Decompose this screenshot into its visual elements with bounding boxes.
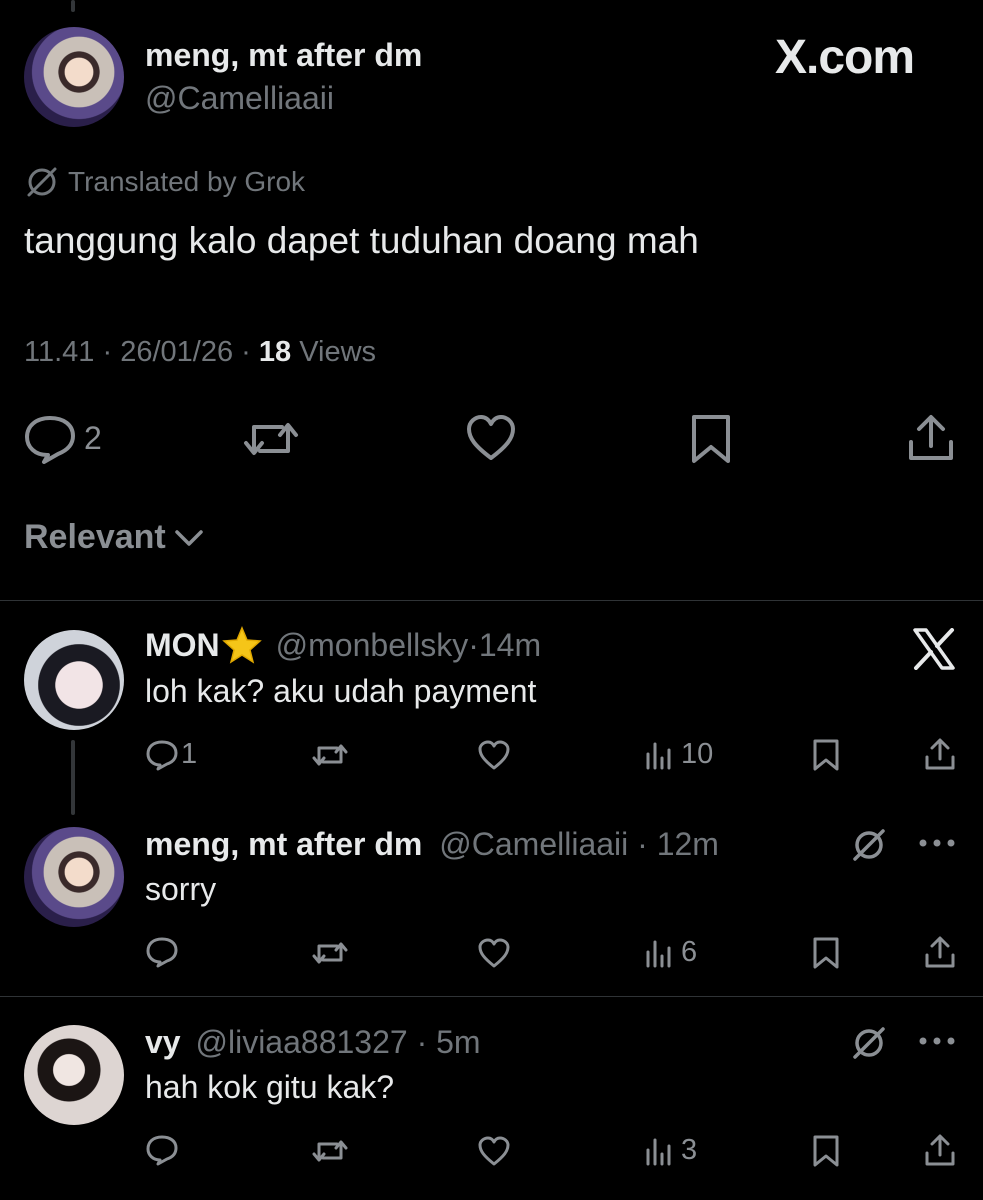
avatar[interactable] [24, 1025, 124, 1125]
translate-button[interactable] [850, 826, 888, 864]
chevron-down-icon [174, 528, 204, 548]
share-button[interactable] [924, 935, 956, 969]
share-button[interactable] [924, 1133, 956, 1167]
reply-handle[interactable]: @liviaa881327 [195, 1024, 407, 1060]
reply-icon [145, 936, 179, 968]
views-icon [645, 740, 673, 770]
repost-icon [311, 938, 349, 968]
views-icon [645, 938, 673, 968]
reply-icon [22, 412, 78, 464]
reply-count: 2 [84, 419, 102, 456]
like-button[interactable] [465, 414, 517, 462]
like-button[interactable] [477, 740, 511, 770]
repost-button[interactable] [242, 415, 300, 463]
bookmark-icon [812, 738, 840, 772]
translate-icon [850, 1024, 888, 1062]
reply-author-name[interactable]: MON [145, 627, 220, 664]
thread-line-top [71, 0, 75, 12]
share-icon [924, 737, 956, 771]
avatar[interactable] [24, 630, 124, 730]
post-date[interactable]: 26/01/26 [120, 336, 233, 368]
reply-count: 1 [181, 738, 198, 770]
avatar[interactable] [24, 27, 124, 127]
views-count: 10 [681, 738, 714, 770]
reply-text: loh kak? aku udah payment [145, 673, 537, 709]
share-icon [906, 412, 956, 464]
views-button[interactable]: 6 [645, 936, 697, 969]
repost-icon [311, 740, 349, 770]
like-icon [477, 740, 511, 770]
repost-icon [242, 415, 300, 463]
translate-button[interactable] [850, 1024, 888, 1062]
translate-icon [24, 164, 60, 200]
translated-label: Translated by Grok [68, 166, 306, 197]
translated-by-grok[interactable]: Translated by Grok [24, 164, 305, 200]
reply-text: hah kok gitu kak? [145, 1069, 395, 1105]
reply-age[interactable]: 12m [657, 826, 719, 862]
repost-button[interactable] [311, 938, 349, 968]
more-options-button[interactable] [918, 1036, 956, 1046]
reply-header: MON @monbellsky · 14m [145, 626, 542, 664]
bookmark-button[interactable] [812, 738, 840, 772]
author-name[interactable]: meng, mt after dm [145, 37, 422, 74]
views-count: 6 [681, 936, 698, 968]
reply-age[interactable]: 5m [436, 1024, 480, 1060]
views-icon [645, 1136, 673, 1166]
reply-header: meng, mt after dm @Camelliaaii · 12m [145, 826, 719, 862]
post-time[interactable]: 11.41 [24, 336, 94, 368]
post-text: tanggung kalo dapet tuduhan doang mah [24, 220, 699, 261]
more-icon [918, 838, 956, 848]
sort-relevant-dropdown[interactable]: Relevant [24, 518, 204, 557]
avatar[interactable] [24, 827, 124, 927]
reply-author-name[interactable]: meng, mt after dm [145, 826, 422, 862]
reply-button[interactable]: 1 [145, 738, 197, 771]
author-handle[interactable]: @Camelliaaii [145, 80, 334, 117]
share-icon [924, 1133, 956, 1167]
views-count: 3 [681, 1134, 698, 1166]
views-count: 18 [258, 336, 292, 368]
like-icon [477, 1136, 511, 1166]
views-label: Views [299, 336, 377, 368]
reply-icon [145, 739, 179, 771]
like-button[interactable] [477, 938, 511, 968]
bookmark-icon [812, 936, 840, 970]
bookmark-button[interactable] [812, 1134, 840, 1168]
watermark: X.com [775, 31, 915, 84]
reply-icon [145, 1134, 179, 1166]
reply-text: sorry [145, 871, 217, 907]
reply-button[interactable] [145, 1134, 179, 1166]
repost-button[interactable] [311, 740, 349, 770]
reply-handle[interactable]: @Camelliaaii [439, 826, 628, 862]
divider [0, 996, 983, 997]
thread-line [71, 740, 75, 815]
reply-button[interactable]: 2 [22, 412, 102, 464]
star-icon [221, 626, 262, 664]
like-button[interactable] [477, 1136, 511, 1166]
bookmark-button[interactable] [689, 413, 733, 465]
like-icon [477, 938, 511, 968]
like-icon [465, 414, 517, 462]
more-icon [918, 1036, 956, 1046]
reply-header: vy @liviaa881327 · 5m [145, 1024, 481, 1060]
reply-author-name[interactable]: vy [145, 1024, 181, 1060]
bookmark-icon [812, 1134, 840, 1168]
share-button[interactable] [924, 737, 956, 771]
post-meta: 11.41 · 26/01/26 · 18 Views [24, 336, 377, 368]
share-button[interactable] [906, 412, 956, 464]
views-button[interactable]: 3 [645, 1134, 697, 1167]
translate-icon [850, 826, 888, 864]
views-button[interactable]: 10 [645, 738, 713, 771]
divider [0, 600, 983, 601]
reply-handle[interactable]: @monbellsky [276, 627, 469, 664]
share-icon [924, 935, 956, 969]
sort-label: Relevant [24, 518, 166, 556]
bookmark-button[interactable] [812, 936, 840, 970]
repost-button[interactable] [311, 1136, 349, 1166]
reply-button[interactable] [145, 936, 179, 968]
reply-age[interactable]: 14m [479, 627, 541, 664]
repost-icon [311, 1136, 349, 1166]
more-options-button[interactable] [918, 838, 956, 848]
bookmark-icon [689, 413, 733, 465]
x-logo-icon [912, 628, 956, 675]
